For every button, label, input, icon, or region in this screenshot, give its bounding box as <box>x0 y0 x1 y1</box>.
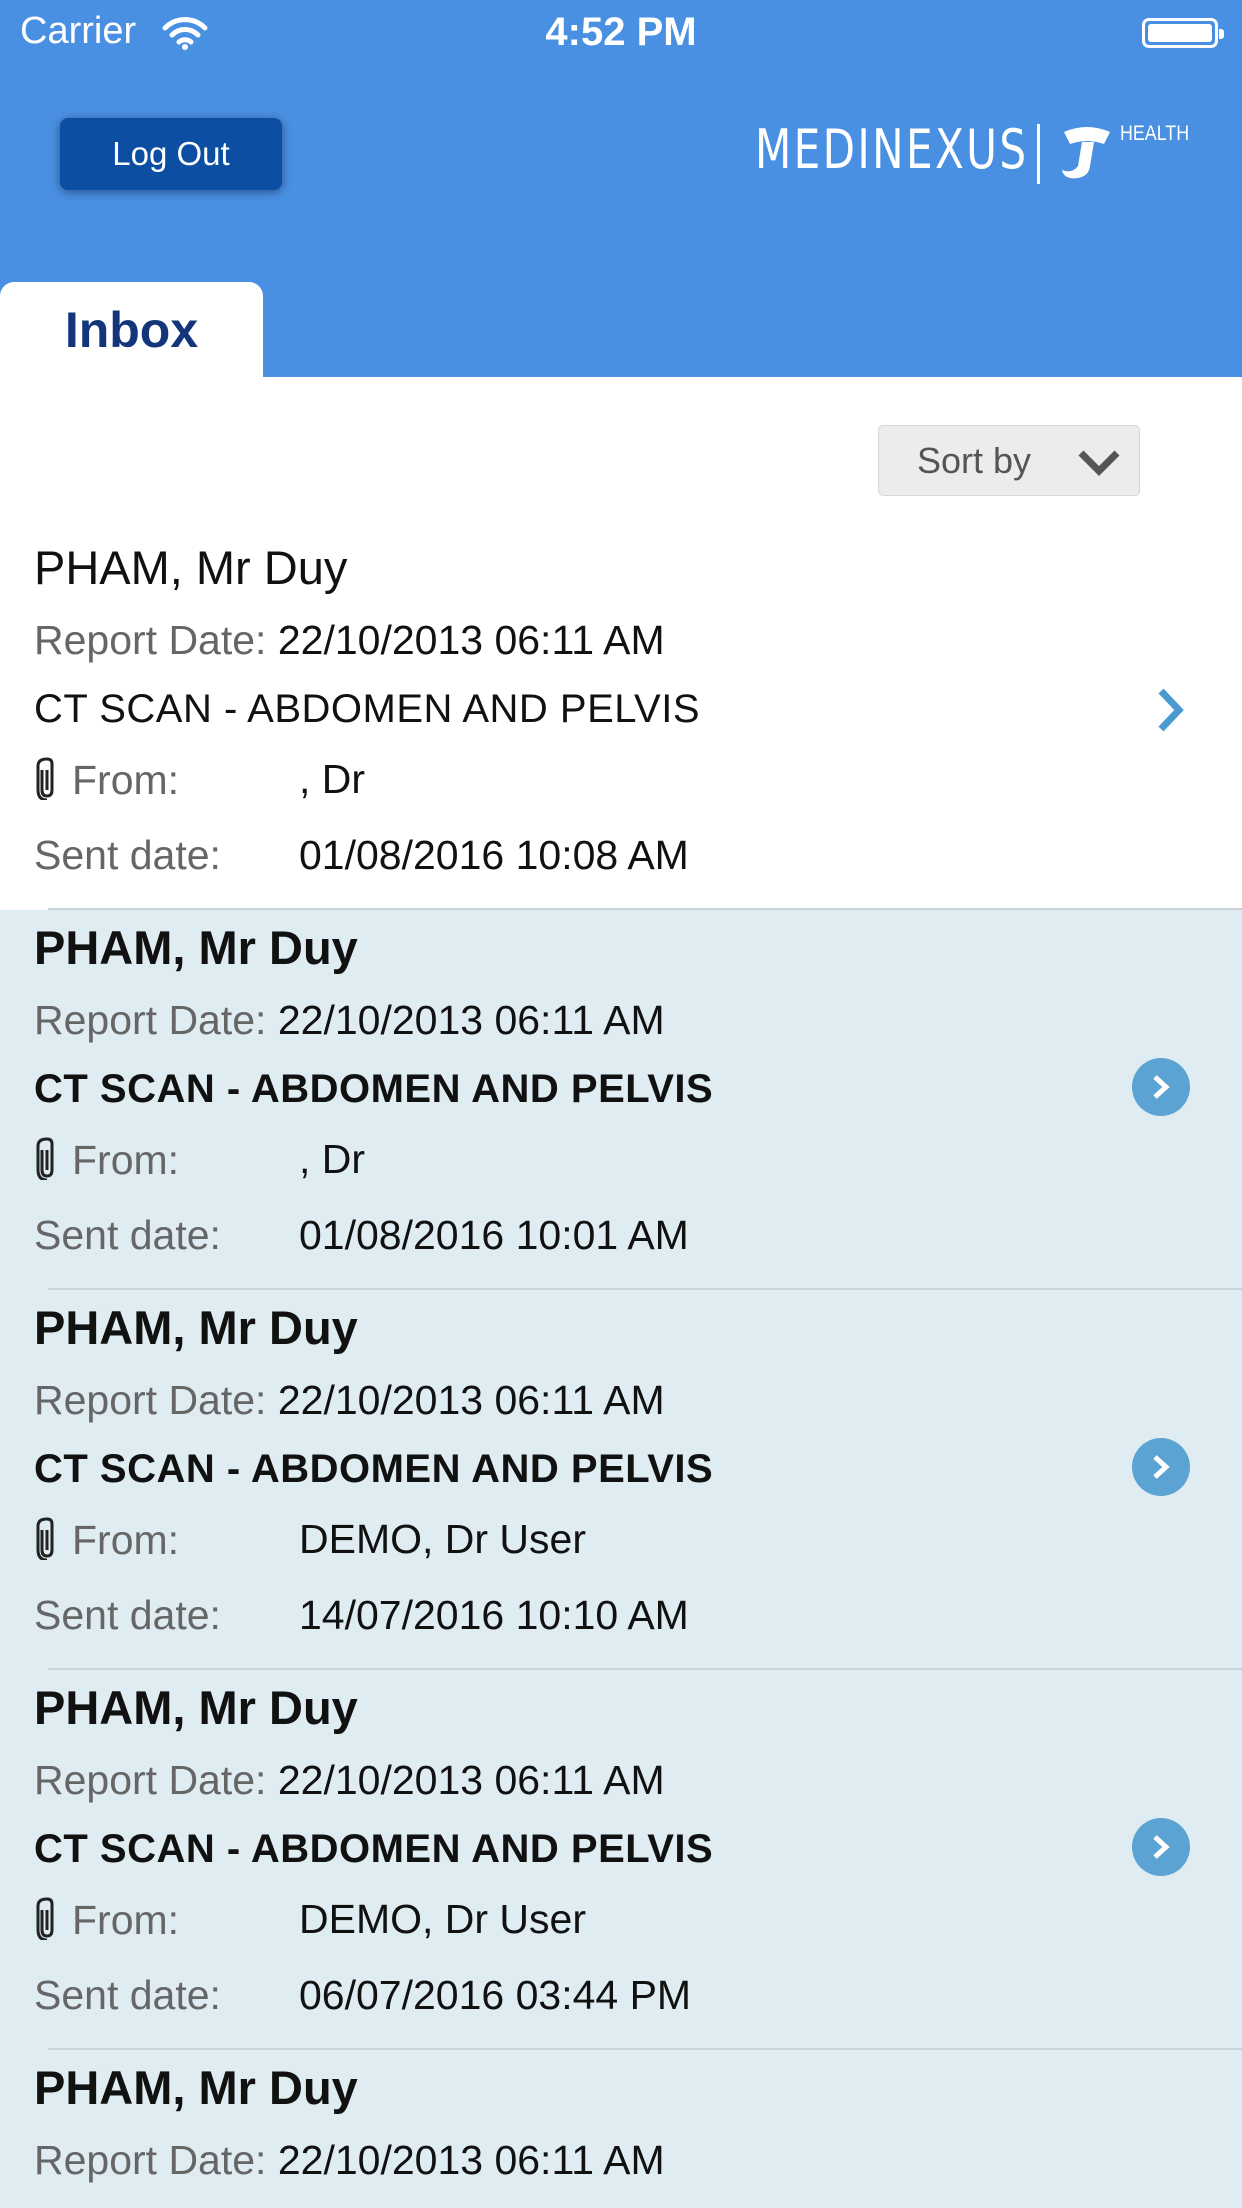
sent-date-label: Sent date: <box>34 832 221 878</box>
from-label: From: <box>72 1137 180 1183</box>
patient-name: PHAM, Mr Duy <box>34 541 348 594</box>
chevron-down-icon <box>1077 444 1121 486</box>
from-label: From: <box>72 1517 180 1563</box>
brand-sub: HEALTH <box>1120 122 1190 145</box>
report-date-line: Report Date: 22/10/2013 06:11 AM <box>34 1377 665 1424</box>
sent-date-value: 01/08/2016 10:08 AM <box>299 832 689 878</box>
message-row[interactable]: PHAM, Mr Duy Report Date: 22/10/2013 06:… <box>0 910 1242 1290</box>
from-value: DEMO, Dr User <box>299 1896 586 1942</box>
status-bar: Carrier 4:52 PM <box>0 0 1242 66</box>
report-title: CT SCAN - ABDOMEN AND PELVIS <box>34 1067 714 1111</box>
from-label: From: <box>72 757 180 803</box>
from-label: From: <box>72 1897 180 1943</box>
report-date-label: Report Date: <box>34 997 267 1043</box>
paperclip-icon <box>34 1516 60 1570</box>
paperclip-icon <box>34 1896 60 1950</box>
from-value: , Dr <box>299 756 366 802</box>
message-row[interactable]: PHAM, Mr Duy Report Date: 22/10/2013 06:… <box>0 2050 1242 2208</box>
from-value: DEMO, Dr User <box>299 1516 586 1562</box>
patient-name: PHAM, Mr Duy <box>34 1681 358 1734</box>
report-date-label: Report Date: <box>34 2137 267 2183</box>
chevron-right-circle-icon[interactable] <box>1132 1438 1190 1496</box>
from-value: , Dr <box>299 1136 366 1182</box>
from-line: From: DEMO, Dr User <box>34 1896 586 1950</box>
report-date-value: 22/10/2013 06:11 AM <box>277 1757 665 1803</box>
sent-date-value: 14/07/2016 10:10 AM <box>299 1592 689 1638</box>
status-time: 4:52 PM <box>545 10 697 54</box>
from-line: From: , Dr <box>34 756 365 810</box>
report-date-line: Report Date: 22/10/2013 06:11 AM <box>34 617 665 664</box>
report-title: CT SCAN - ABDOMEN AND PELVIS <box>34 1827 714 1871</box>
sent-date-value: 01/08/2016 10:01 AM <box>299 1212 689 1258</box>
report-date-label: Report Date: <box>34 1377 267 1423</box>
patient-name: PHAM, Mr Duy <box>34 2061 358 2114</box>
message-row[interactable]: PHAM, Mr Duy Report Date: 22/10/2013 06:… <box>0 1670 1242 2050</box>
report-date-line: Report Date: 22/10/2013 06:11 AM <box>34 997 665 1044</box>
from-line: From: DEMO, Dr User <box>34 1516 586 1570</box>
report-date-line: Report Date: 22/10/2013 06:11 AM <box>34 1757 665 1804</box>
paperclip-icon <box>34 756 60 810</box>
sent-date-label: Sent date: <box>34 1592 221 1638</box>
app-header: Carrier 4:52 PM Log Out MEDINEXUS HEALTH… <box>0 0 1242 377</box>
report-date-value: 22/10/2013 06:11 AM <box>277 997 665 1043</box>
logout-button[interactable]: Log Out <box>60 118 282 190</box>
patient-name: PHAM, Mr Duy <box>34 921 358 974</box>
sent-date-line: Sent date: 06/07/2016 03:44 PM <box>34 1972 691 2019</box>
battery-icon <box>1142 18 1224 48</box>
report-date-value: 22/10/2013 06:11 AM <box>277 617 665 663</box>
sent-date-label: Sent date: <box>34 1212 221 1258</box>
chevron-right-circle-icon[interactable] <box>1132 1058 1190 1116</box>
message-row[interactable]: PHAM, Mr Duy Report Date: 22/10/2013 06:… <box>0 1290 1242 1670</box>
sent-date-line: Sent date: 01/08/2016 10:01 AM <box>34 1212 689 1259</box>
brand-name: MEDINEXUS <box>755 118 1029 181</box>
patient-name: PHAM, Mr Duy <box>34 1301 358 1354</box>
tab-inbox[interactable]: Inbox <box>0 282 263 377</box>
report-date-label: Report Date: <box>34 1757 267 1803</box>
sort-label: Sort by <box>917 440 1032 481</box>
report-date-line: Report Date: 22/10/2013 06:11 AM <box>34 2137 665 2184</box>
report-date-value: 22/10/2013 06:11 AM <box>277 1377 665 1423</box>
report-date-label: Report Date: <box>34 617 267 663</box>
telstra-logo-icon <box>1058 122 1116 189</box>
from-line: From: , Dr <box>34 1136 365 1190</box>
sent-date-line: Sent date: 01/08/2016 10:08 AM <box>34 832 689 879</box>
brand-divider <box>1037 124 1040 184</box>
message-row[interactable]: PHAM, Mr Duy Report Date: 22/10/2013 06:… <box>0 530 1242 910</box>
report-date-value: 22/10/2013 06:11 AM <box>277 2137 665 2183</box>
sent-date-line: Sent date: 14/07/2016 10:10 AM <box>34 1592 689 1639</box>
sent-date-value: 06/07/2016 03:44 PM <box>299 1972 692 2018</box>
sent-date-label: Sent date: <box>34 1972 221 2018</box>
report-title: CT SCAN - ABDOMEN AND PELVIS <box>34 687 701 731</box>
chevron-right-circle-icon[interactable] <box>1132 1818 1190 1876</box>
sort-dropdown[interactable]: Sort by <box>878 425 1140 496</box>
chevron-right-icon[interactable] <box>1155 687 1185 738</box>
report-title: CT SCAN - ABDOMEN AND PELVIS <box>34 1447 714 1491</box>
paperclip-icon <box>34 1136 60 1190</box>
